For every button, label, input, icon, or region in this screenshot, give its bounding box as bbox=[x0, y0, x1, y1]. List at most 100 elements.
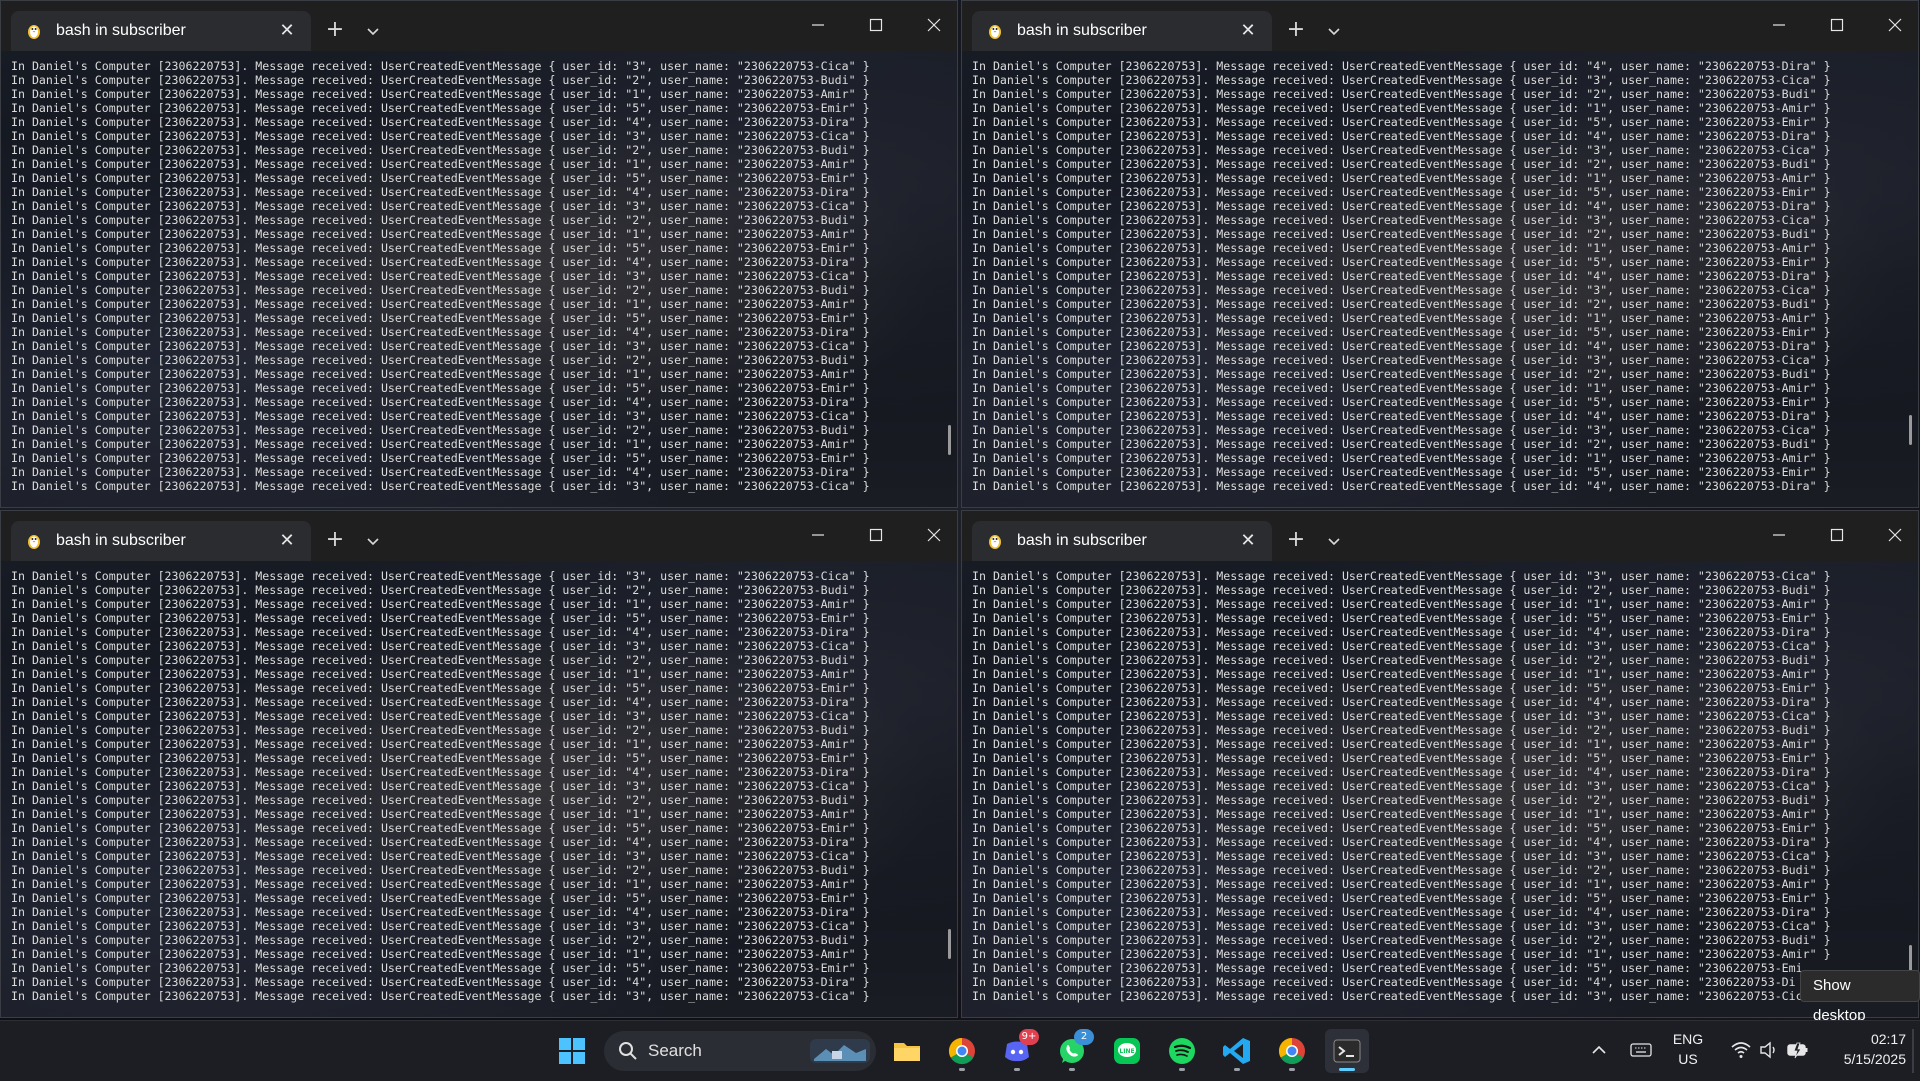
terminal-line: In Daniel's Computer [2306220753]. Messa… bbox=[972, 381, 1831, 395]
scrollbar-thumb[interactable] bbox=[1909, 415, 1912, 445]
terminal-line: In Daniel's Computer [2306220753]. Messa… bbox=[11, 737, 870, 751]
spotify-taskbar-button[interactable] bbox=[1160, 1029, 1204, 1073]
chrome-taskbar-button[interactable] bbox=[940, 1029, 984, 1073]
terminal-line: In Daniel's Computer [2306220753]. Messa… bbox=[972, 863, 1831, 877]
clock-date: 5/15/2025 bbox=[1843, 1051, 1906, 1067]
terminal-line: In Daniel's Computer [2306220753]. Messa… bbox=[972, 115, 1831, 129]
terminal-line: In Daniel's Computer [2306220753]. Messa… bbox=[11, 611, 870, 625]
title-bar[interactable]: bash in subscriber ✕ + bbox=[1, 1, 957, 51]
touch-keyboard-icon[interactable] bbox=[1630, 1039, 1652, 1061]
title-bar[interactable]: bash in subscriber ✕ + bbox=[962, 1, 1918, 51]
terminal-tab[interactable]: bash in subscriber ✕ bbox=[11, 521, 311, 561]
terminal-tab[interactable]: bash in subscriber ✕ bbox=[972, 521, 1272, 561]
close-window-button[interactable] bbox=[911, 9, 957, 41]
close-window-button[interactable] bbox=[1872, 9, 1918, 41]
terminal-line: In Daniel's Computer [2306220753]. Messa… bbox=[972, 779, 1831, 793]
system-clock[interactable]: 02:17 5/15/2025 bbox=[1814, 1029, 1906, 1069]
minimize-button[interactable] bbox=[1756, 519, 1802, 551]
close-tab-icon[interactable]: ✕ bbox=[277, 531, 297, 551]
terminal-output[interactable]: In Daniel's Computer [2306220753]. Messa… bbox=[1, 51, 957, 507]
terminal-line: In Daniel's Computer [2306220753]. Messa… bbox=[972, 835, 1831, 849]
line-icon: LINE bbox=[1114, 1038, 1140, 1064]
terminal-line: In Daniel's Computer [2306220753]. Messa… bbox=[972, 611, 1831, 625]
search-box[interactable]: Search bbox=[604, 1031, 876, 1071]
terminal-line: In Daniel's Computer [2306220753]. Messa… bbox=[972, 465, 1831, 479]
maximize-button[interactable] bbox=[1814, 519, 1860, 551]
terminal-line: In Daniel's Computer [2306220753]. Messa… bbox=[11, 241, 870, 255]
quick-settings-tray[interactable] bbox=[1722, 1039, 1812, 1063]
minimize-button[interactable] bbox=[1756, 9, 1802, 41]
terminal-line: In Daniel's Computer [2306220753]. Messa… bbox=[11, 423, 870, 437]
terminal-line: In Daniel's Computer [2306220753]. Messa… bbox=[972, 821, 1831, 835]
title-bar[interactable]: bash in subscriber ✕ + bbox=[1, 511, 957, 561]
close-tab-icon[interactable]: ✕ bbox=[1238, 21, 1258, 41]
terminal-line: In Daniel's Computer [2306220753]. Messa… bbox=[11, 597, 870, 611]
terminal-line: In Daniel's Computer [2306220753]. Messa… bbox=[972, 807, 1831, 821]
minimize-button[interactable] bbox=[795, 9, 841, 41]
new-tab-icon[interactable]: + bbox=[323, 529, 347, 553]
whatsapp-taskbar-button[interactable]: 2 bbox=[1050, 1029, 1094, 1073]
show-desktop-button[interactable] bbox=[1912, 1029, 1914, 1073]
terminal-line: In Daniel's Computer [2306220753]. Messa… bbox=[972, 919, 1831, 933]
input-language-indicator[interactable]: ENG US bbox=[1664, 1029, 1712, 1069]
discord-taskbar-button[interactable]: 9+ bbox=[995, 1029, 1039, 1073]
terminal-line: In Daniel's Computer [2306220753]. Messa… bbox=[11, 919, 870, 933]
terminal-line: In Daniel's Computer [2306220753]. Messa… bbox=[972, 409, 1831, 423]
terminal-line: In Daniel's Computer [2306220753]. Messa… bbox=[11, 877, 870, 891]
chevron-up-icon[interactable] bbox=[1590, 1041, 1608, 1059]
terminal-line: In Daniel's Computer [2306220753]. Messa… bbox=[11, 339, 870, 353]
new-tab-icon[interactable]: + bbox=[1284, 19, 1308, 43]
terminal-line: In Daniel's Computer [2306220753]. Messa… bbox=[972, 723, 1831, 737]
terminal-line: In Daniel's Computer [2306220753]. Messa… bbox=[11, 479, 870, 493]
close-tab-icon[interactable]: ✕ bbox=[277, 21, 297, 41]
terminal-line: In Daniel's Computer [2306220753]. Messa… bbox=[972, 695, 1831, 709]
terminal-window-top-left: bash in subscriber ✕ + In Daniel's Compu… bbox=[0, 0, 958, 508]
vscode-taskbar-button[interactable] bbox=[1215, 1029, 1259, 1073]
terminal-line: In Daniel's Computer [2306220753]. Messa… bbox=[11, 409, 870, 423]
chevron-down-icon[interactable] bbox=[1324, 21, 1344, 41]
maximize-button[interactable] bbox=[853, 519, 899, 551]
new-tab-icon[interactable]: + bbox=[323, 19, 347, 43]
terminal-line: In Daniel's Computer [2306220753]. Messa… bbox=[972, 793, 1831, 807]
terminal-line: In Daniel's Computer [2306220753]. Messa… bbox=[972, 975, 1796, 989]
terminal-line: In Daniel's Computer [2306220753]. Messa… bbox=[11, 297, 870, 311]
running-indicator bbox=[1234, 1068, 1240, 1071]
new-tab-icon[interactable]: + bbox=[1284, 529, 1308, 553]
tab-title: bash in subscriber bbox=[1017, 532, 1147, 549]
terminal-output[interactable]: In Daniel's Computer [2306220753]. Messa… bbox=[1, 561, 957, 1017]
chrome-profile-taskbar-button[interactable] bbox=[1270, 1029, 1314, 1073]
close-tab-icon[interactable]: ✕ bbox=[1238, 531, 1258, 551]
file-explorer-taskbar-button[interactable] bbox=[885, 1029, 929, 1073]
chevron-down-icon[interactable] bbox=[363, 531, 383, 551]
close-window-button[interactable] bbox=[1872, 519, 1918, 551]
terminal-output[interactable]: In Daniel's Computer [2306220753]. Messa… bbox=[962, 51, 1918, 507]
spotify-icon bbox=[1169, 1038, 1195, 1064]
terminal-line: In Daniel's Computer [2306220753]. Messa… bbox=[11, 639, 870, 653]
terminal-line: In Daniel's Computer [2306220753]. Messa… bbox=[11, 975, 870, 989]
maximize-button[interactable] bbox=[1814, 9, 1860, 41]
show-desktop-tooltip: Show desktop bbox=[1800, 970, 1920, 1024]
terminal-line: In Daniel's Computer [2306220753]. Messa… bbox=[972, 451, 1831, 465]
start-button[interactable] bbox=[550, 1029, 594, 1073]
title-bar[interactable]: bash in subscriber ✕ + bbox=[962, 511, 1918, 561]
scrollbar-thumb[interactable] bbox=[948, 425, 951, 455]
terminal-taskbar-button[interactable] bbox=[1325, 1029, 1369, 1073]
minimize-button[interactable] bbox=[795, 519, 841, 551]
terminal-tab[interactable]: bash in subscriber ✕ bbox=[11, 11, 311, 51]
terminal-line: In Daniel's Computer [2306220753]. Messa… bbox=[11, 793, 870, 807]
terminal-line: In Daniel's Computer [2306220753]. Messa… bbox=[972, 143, 1831, 157]
terminal-lines: In Daniel's Computer [2306220753]. Messa… bbox=[972, 569, 1831, 1003]
terminal-lines: In Daniel's Computer [2306220753]. Messa… bbox=[972, 59, 1831, 493]
line-taskbar-button[interactable]: LINE bbox=[1105, 1029, 1149, 1073]
scrollbar-thumb[interactable] bbox=[948, 929, 951, 959]
battery-charging-icon bbox=[1787, 1042, 1808, 1059]
terminal-tab[interactable]: bash in subscriber ✕ bbox=[972, 11, 1272, 51]
terminal-line: In Daniel's Computer [2306220753]. Messa… bbox=[11, 807, 870, 821]
region-code: US bbox=[1678, 1051, 1698, 1067]
terminal-line: In Daniel's Computer [2306220753]. Messa… bbox=[972, 199, 1831, 213]
close-window-button[interactable] bbox=[911, 519, 957, 551]
maximize-button[interactable] bbox=[853, 9, 899, 41]
terminal-output[interactable]: In Daniel's Computer [2306220753]. Messa… bbox=[962, 561, 1918, 1017]
chevron-down-icon[interactable] bbox=[1324, 531, 1344, 551]
chevron-down-icon[interactable] bbox=[363, 21, 383, 41]
